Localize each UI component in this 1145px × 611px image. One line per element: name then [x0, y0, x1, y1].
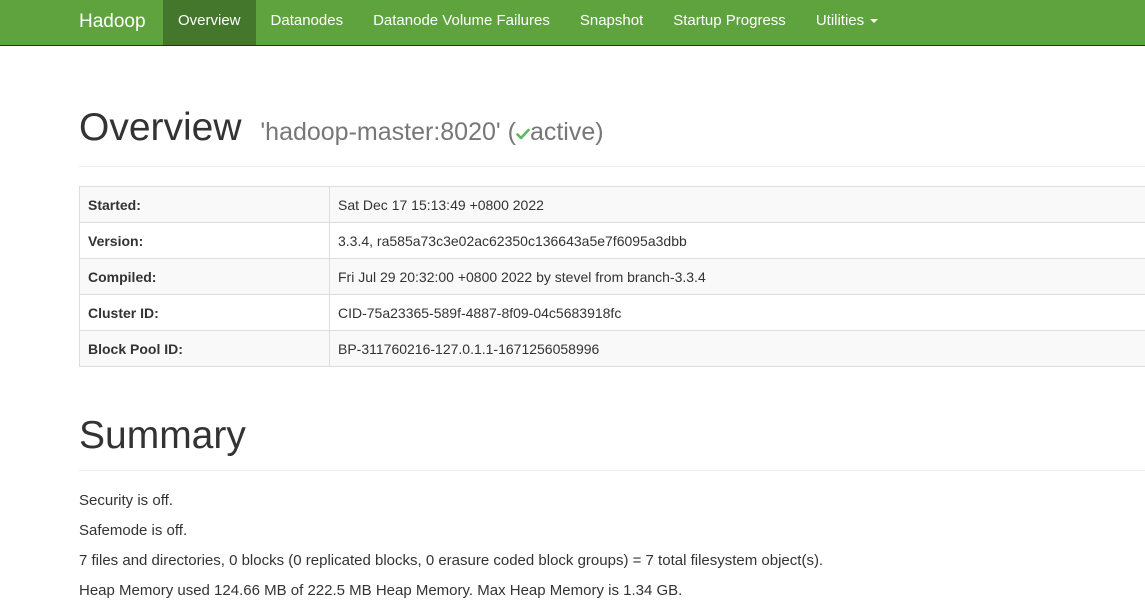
row-label-started: Started: [80, 187, 330, 223]
nav-item-datanode-volume-failures[interactable]: Datanode Volume Failures [358, 0, 565, 45]
row-value-cluster-id: CID-75a23365-589f-4887-8f09-04c5683918fc [330, 295, 1145, 331]
nav-item-overview[interactable]: Overview [163, 0, 256, 45]
check-icon [516, 127, 530, 141]
nav-menu: Overview Datanodes Datanode Volume Failu… [163, 0, 893, 45]
overview-header: Overview 'hadoop-master:8020' ( active) [79, 104, 1145, 167]
summary-line-safemode: Safemode is off. [79, 521, 1145, 551]
table-row: Block Pool ID: BP-311760216-127.0.1.1-16… [80, 331, 1145, 367]
nav-item-snapshot[interactable]: Snapshot [565, 0, 658, 45]
row-label-cluster-id: Cluster ID: [80, 295, 330, 331]
caret-down-icon [870, 19, 878, 23]
overview-info-table: Started: Sat Dec 17 15:13:49 +0800 2022 … [79, 186, 1145, 367]
row-label-version: Version: [80, 223, 330, 259]
paren-close: ) [595, 118, 603, 146]
table-row: Cluster ID: CID-75a23365-589f-4887-8f09-… [80, 295, 1145, 331]
table-row: Started: Sat Dec 17 15:13:49 +0800 2022 [80, 187, 1145, 223]
row-value-version: 3.3.4, ra585a73c3e02ac62350c136643a5e7f6… [330, 223, 1145, 259]
brand-link[interactable]: Hadoop [79, 0, 146, 45]
summary-line-filesystem-objects: 7 files and directories, 0 blocks (0 rep… [79, 551, 1145, 581]
paren-open: ( [508, 118, 516, 146]
row-label-block-pool-id: Block Pool ID: [80, 331, 330, 367]
row-value-compiled: Fri Jul 29 20:32:00 +0800 2022 by stevel… [330, 259, 1145, 295]
row-value-block-pool-id: BP-311760216-127.0.1.1-1671256058996 [330, 331, 1145, 367]
summary-line-heap-memory: Heap Memory used 124.66 MB of 222.5 MB H… [79, 581, 1145, 611]
summary-header: Summary [79, 408, 1145, 471]
overview-subtitle: 'hadoop-master:8020' ( active) [260, 118, 603, 146]
page-title: Overview [79, 106, 242, 149]
table-row: Compiled: Fri Jul 29 20:32:00 +0800 2022… [80, 259, 1145, 295]
row-value-started: Sat Dec 17 15:13:49 +0800 2022 [330, 187, 1145, 223]
nav-item-utilities-label: Utilities [816, 12, 864, 29]
top-navbar: Hadoop Overview Datanodes Datanode Volum… [0, 0, 1145, 46]
namenode-host: 'hadoop-master:8020' [260, 118, 500, 146]
summary-list: Security is off. Safemode is off. 7 file… [79, 491, 1145, 611]
table-row: Version: 3.3.4, ra585a73c3e02ac62350c136… [80, 223, 1145, 259]
status-badge: active [530, 118, 595, 146]
nav-item-startup-progress[interactable]: Startup Progress [658, 0, 801, 45]
summary-title: Summary [79, 412, 246, 460]
overview-title-line: Overview 'hadoop-master:8020' ( active) [79, 104, 604, 156]
summary-line-security: Security is off. [79, 491, 1145, 521]
nav-item-utilities[interactable]: Utilities [801, 0, 893, 45]
nav-item-datanodes[interactable]: Datanodes [256, 0, 359, 45]
row-label-compiled: Compiled: [80, 259, 330, 295]
